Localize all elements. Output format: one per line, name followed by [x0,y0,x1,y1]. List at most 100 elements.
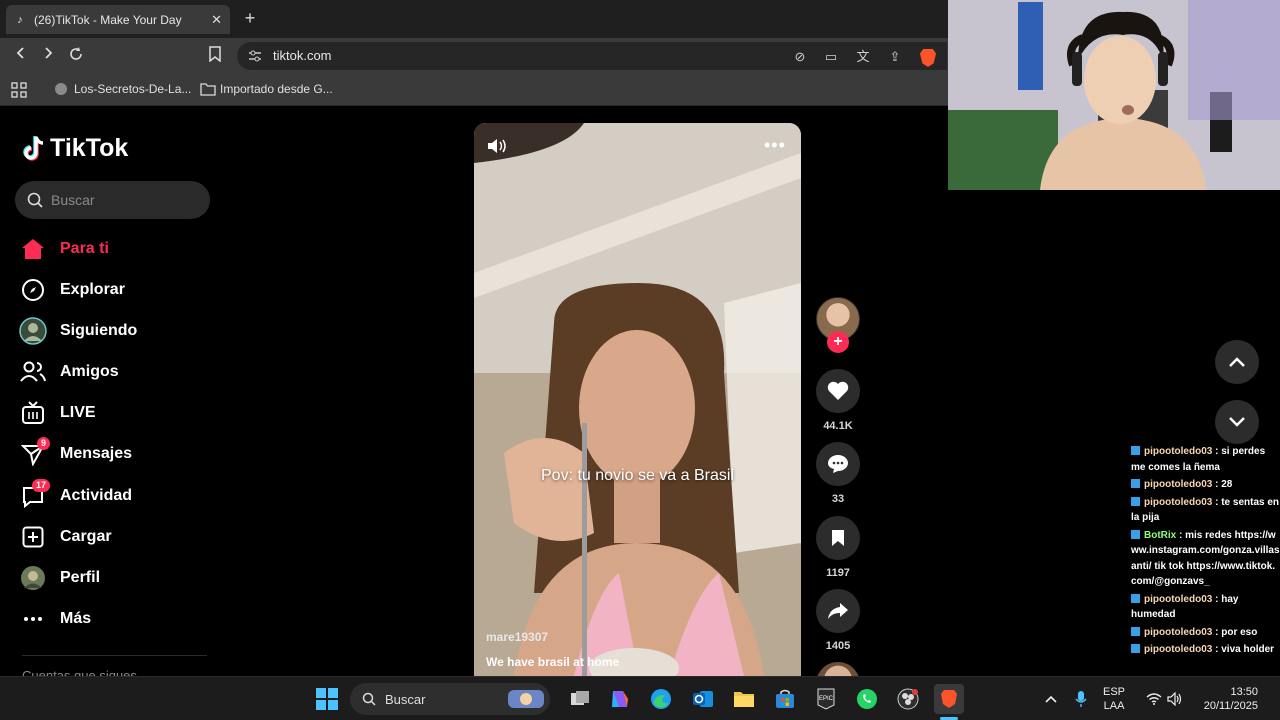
next-creator-avatar[interactable] [816,662,860,676]
nav-label: LIVE [60,404,96,421]
volume-icon[interactable] [486,137,508,155]
close-tab-icon[interactable]: ✕ [211,12,222,28]
friends-icon [18,357,48,387]
chat-message: pipootoledo03 : si perdes me comes la ñe… [1131,444,1280,475]
following-avatar-icon [18,316,48,346]
language-code: ESP [1103,686,1126,698]
translate-icon[interactable]: 文 [854,48,872,66]
nav-item-actividad[interactable]: 17 Actividad [18,479,132,511]
nav-item-amigos[interactable]: Amigos [18,357,119,387]
compass-icon [18,275,48,305]
show-hidden-icons-chevron-icon[interactable] [1036,684,1066,714]
edge-icon[interactable] [646,684,676,714]
outlook-icon[interactable] [688,684,718,714]
bookmark-save-icon [832,530,844,546]
search-placeholder: Buscar [51,192,95,208]
chat-message: pipootoledo03 : viva holder [1131,642,1280,658]
share-count: 1405 [825,640,851,652]
comment-button[interactable] [816,442,860,486]
chevron-down-icon [1229,417,1245,427]
epic-games-icon[interactable]: EPIC [811,684,841,714]
tiktok-note-icon [23,135,44,161]
share-button[interactable] [816,589,860,633]
tiktok-favicon-icon: ♪ [17,13,23,26]
site-settings-icon[interactable] [247,48,263,64]
follow-plus-button[interactable]: + [827,331,849,353]
nav-item-cargar[interactable]: Cargar [18,522,112,552]
brave-browser-icon[interactable] [934,684,964,714]
video-player[interactable]: ••• Pov: tu novio se va a Brasil mare193… [474,123,801,676]
tiktok-logo[interactable]: TikTok [22,134,128,163]
copilot-icon[interactable] [605,684,635,714]
cast-icon[interactable]: ▭ [822,48,840,66]
back-icon[interactable] [11,46,31,66]
previous-video-button[interactable] [1215,340,1259,384]
video-author[interactable]: mare19307 [486,630,548,644]
chat-user: pipootoledo03 [1144,479,1213,490]
microsoft-store-icon[interactable] [770,684,800,714]
nav-item-perfil[interactable]: Perfil [18,563,100,593]
webcam-image [948,0,1280,190]
browser-navbar: tiktok.com ⊘ ▭ 文 ⇪ [0,38,948,74]
whatsapp-icon[interactable] [852,684,882,714]
clock-date: 20/11/2025 [1203,700,1258,712]
obs-recording-icon[interactable] [893,684,923,714]
more-dots-icon [18,604,48,634]
clock[interactable]: 13:50 20/11/2025 [1196,685,1258,713]
like-button[interactable] [816,369,860,413]
search-input[interactable]: Buscar [15,181,210,219]
save-count: 1197 [826,567,850,579]
file-explorer-icon[interactable] [729,684,759,714]
bookmark-folder-importado[interactable]: Importado desde G... [200,82,333,96]
bookmarks-bar: Los-Secretos-De-La... Importado desde G.… [0,74,948,106]
activity-icon: 17 [18,479,51,511]
search-highlight-icon [508,690,544,708]
platform-icon [1131,593,1140,603]
nav-item-mas[interactable]: Más [18,604,91,634]
platform-icon [1131,626,1140,636]
language-indicator[interactable]: ESP LAA [1103,685,1125,713]
forward-icon[interactable] [38,46,58,66]
taskbar-search[interactable]: Buscar [350,683,550,715]
chat-message: pipootoledo03 : te sentas en la pija [1131,495,1280,526]
bookmark-icon[interactable] [205,46,225,66]
nav-item-live[interactable]: LIVE [18,398,96,428]
video-more-options-icon[interactable]: ••• [764,135,786,156]
windows-start-icon[interactable] [312,684,342,714]
comment-icon [828,455,848,473]
brave-shields-icon[interactable] [920,49,936,67]
apps-grid-icon[interactable] [11,82,27,98]
bookmark-label: Importado desde G... [220,82,333,96]
next-video-button[interactable] [1215,400,1259,444]
nav-item-mensajes[interactable]: 9 Mensajes [18,437,132,469]
platform-icon [1131,479,1140,488]
video-frame [474,123,801,676]
volume-icon[interactable] [1160,684,1190,714]
heart-icon [827,381,849,400]
nav-item-explorar[interactable]: Explorar [18,275,125,305]
chat-user: pipootoledo03 [1144,593,1213,605]
chat-text: : por eso [1212,626,1258,638]
save-button[interactable] [816,516,860,560]
nav-label: Cargar [60,528,112,545]
messages-badge: 9 [37,437,51,450]
nav-item-siguiendo[interactable]: Siguiendo [18,316,137,346]
bookmark-item-secretos[interactable]: Los-Secretos-De-La... [54,82,191,96]
share-icon[interactable]: ⇪ [886,48,904,66]
sidebar-divider [22,655,207,656]
chat-user: pipootoledo03 [1144,496,1213,508]
no-tracking-icon[interactable]: ⊘ [791,48,809,66]
reload-icon[interactable] [66,46,86,66]
browser-tab[interactable]: ♪ (26)TikTok - Make Your Day ✕ [6,5,230,34]
microphone-icon[interactable] [1066,684,1096,714]
logo-text: TikTok [50,134,129,162]
task-view-icon[interactable] [565,684,595,714]
nav-item-para-ti[interactable]: Para ti [18,234,109,264]
new-tab-icon[interactable]: + [240,8,260,29]
url-text: tiktok.com [273,48,332,63]
screen: ♪ (26)TikTok - Make Your Day ✕ + tiktok.… [0,0,1280,720]
nav-label: Perfil [60,569,101,586]
taskbar-search-label: Buscar [385,691,426,707]
address-bar[interactable]: tiktok.com ⊘ ▭ 文 ⇪ [237,42,947,70]
tab-title: (26)TikTok - Make Your Day [34,12,182,27]
